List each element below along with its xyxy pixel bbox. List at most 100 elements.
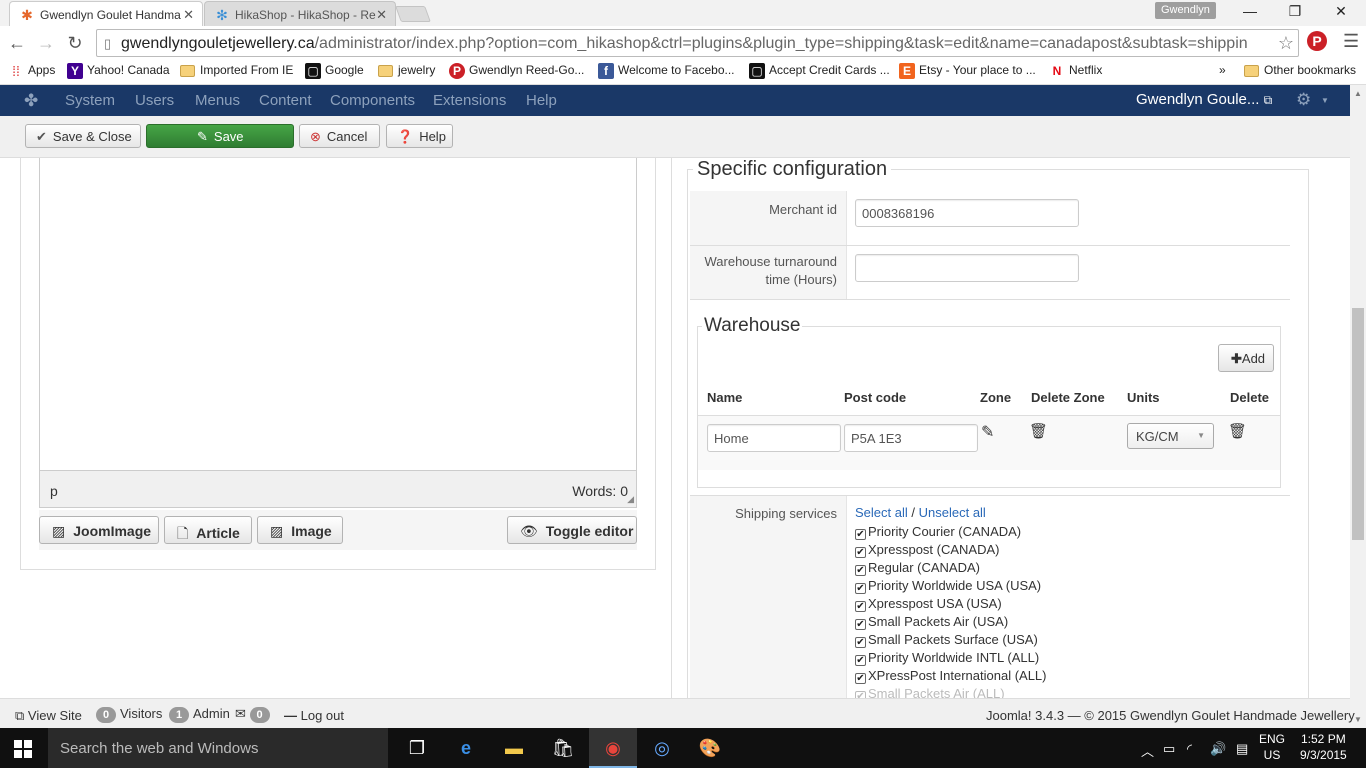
list-item[interactable]: ✔ Small Packets Air (ALL) [855, 686, 1046, 698]
bookmark-pinterest[interactable]: P Gwendlyn Reed-Go... [449, 63, 584, 79]
page-scrollbar[interactable]: ▲ ▼ [1350, 85, 1366, 728]
turnaround-input[interactable] [855, 254, 1079, 282]
scroll-down-icon[interactable]: ▼ [1354, 715, 1362, 724]
list-item[interactable]: ✔ Xpresspost USA (USA) [855, 596, 1046, 614]
nav-components[interactable]: Components [330, 92, 415, 109]
bookmark-facebook[interactable]: f Welcome to Facebo... [598, 63, 735, 79]
list-item[interactable]: ✔ Priority Courier (CANADA) [855, 524, 1046, 542]
notifications-icon[interactable]: ▤ [1236, 741, 1248, 757]
wifi-icon[interactable]: ◜ [1187, 741, 1192, 757]
store-icon[interactable]: 🛍 [550, 736, 576, 760]
battery-icon[interactable]: ▭ [1163, 741, 1175, 757]
checkbox[interactable]: ✔ [855, 673, 866, 684]
checkbox[interactable]: ✔ [855, 691, 866, 698]
unselect-all-link[interactable]: Unselect all [919, 505, 986, 520]
bookmark-star-icon[interactable]: ☆ [1278, 33, 1294, 54]
select-all-link[interactable]: Select all [855, 505, 908, 520]
checkbox[interactable]: ✔ [855, 619, 866, 630]
tab-hikashop[interactable]: ✻ HikaShop - HikaShop - Re ✕ [204, 1, 396, 26]
editor-area[interactable] [39, 158, 637, 508]
restore-icon[interactable]: ❐ [1285, 3, 1305, 20]
chrome-menu-icon[interactable]: ☰ [1343, 31, 1359, 52]
checkbox[interactable]: ✔ [855, 637, 866, 648]
checkbox[interactable]: ✔ [855, 655, 866, 666]
scroll-thumb[interactable] [1352, 308, 1364, 540]
clock[interactable]: 1:52 PM 9/3/2015 [1300, 731, 1347, 763]
joomimage-button[interactable]: ▨ JoomImage [39, 516, 159, 544]
checkbox[interactable]: ✔ [855, 601, 866, 612]
site-name-link[interactable]: Gwendlyn Goule... ⧉ [1136, 91, 1272, 108]
bookmark-yahoo[interactable]: Y Yahoo! Canada [67, 63, 170, 79]
paint-icon[interactable]: 🎨 [697, 736, 723, 760]
article-button[interactable]: 🗋 Article [164, 516, 252, 544]
windows-start-icon[interactable] [14, 740, 32, 758]
bookmark-google[interactable]: ▢ Google [305, 63, 364, 79]
trash-icon[interactable]: 🗑 [1228, 422, 1247, 440]
nav-help[interactable]: Help [526, 92, 557, 109]
list-item[interactable]: ✔ Small Packets Surface (USA) [855, 632, 1046, 650]
image-button[interactable]: ▨ Image [257, 516, 343, 544]
file-explorer-icon[interactable]: ▬ [501, 736, 527, 760]
units-select[interactable]: KG/CM ▼ [1127, 423, 1214, 449]
edge-icon[interactable]: e [453, 736, 479, 760]
window-close-icon[interactable]: ✕ [1331, 3, 1351, 20]
language-indicator[interactable]: ENG US [1259, 731, 1285, 763]
app-icon[interactable]: ◎ [649, 736, 675, 760]
address-bar[interactable]: ▯ gwendlyngouletjewellery.ca/administrat… [96, 29, 1299, 57]
warehouse-name-input[interactable]: Home [707, 424, 841, 452]
new-tab-button[interactable] [395, 6, 431, 22]
element-path[interactable]: p [50, 483, 58, 499]
bookmark-imported-folder[interactable]: Imported From IE [180, 63, 293, 77]
list-item[interactable]: ✔ Small Packets Air (USA) [855, 614, 1046, 632]
close-icon[interactable]: ✕ [376, 7, 387, 23]
warehouse-postcode-input[interactable]: P5A 1E3 [844, 424, 978, 452]
checkbox[interactable]: ✔ [855, 565, 866, 576]
help-button[interactable]: ❓ Help [386, 124, 453, 148]
back-icon[interactable]: ← [7, 33, 27, 53]
tab-joomla[interactable]: ✱ Gwendlyn Goulet Handma ✕ [9, 1, 203, 26]
bookmark-credit-cards[interactable]: ▢ Accept Credit Cards ... [749, 63, 890, 79]
scroll-up-icon[interactable]: ▲ [1354, 89, 1362, 98]
bookmark-jewelry-folder[interactable]: jewelry [378, 63, 435, 77]
taskbar-search[interactable]: Search the web and Windows [48, 728, 388, 768]
bookmark-apps[interactable]: ⁞⁞ Apps [8, 63, 55, 79]
trash-icon[interactable]: 🗑 [1029, 422, 1048, 440]
checkbox[interactable]: ✔ [855, 583, 866, 594]
volume-icon[interactable]: 🔊 [1210, 741, 1226, 757]
profile-button[interactable]: Gwendlyn [1155, 2, 1216, 19]
list-item[interactable]: ✔ Priority Worldwide USA (USA) [855, 578, 1046, 596]
view-site-link[interactable]: ⧉ View Site [15, 708, 82, 724]
nav-menus[interactable]: Menus [195, 92, 240, 109]
list-item[interactable]: ✔ XPressPost International (ALL) [855, 668, 1046, 686]
bookmarks-overflow[interactable]: » [1199, 63, 1226, 77]
merchant-id-input[interactable]: 0008368196 [855, 199, 1079, 227]
nav-system[interactable]: System [65, 92, 115, 109]
bookmark-netflix[interactable]: N Netflix [1049, 63, 1103, 78]
reload-icon[interactable]: ↻ [65, 33, 85, 53]
add-warehouse-button[interactable]: ✚Add [1218, 344, 1275, 372]
tray-chevron-icon[interactable]: ︿ [1141, 741, 1154, 760]
task-view-icon[interactable]: ❐ [404, 736, 430, 760]
list-item[interactable]: ✔ Priority Worldwide INTL (ALL) [855, 650, 1046, 668]
gear-icon[interactable]: ⚙ [1296, 90, 1311, 110]
close-icon[interactable]: ✕ [183, 7, 194, 23]
joomla-logo-icon[interactable]: ✤ [24, 91, 38, 111]
list-item[interactable]: ✔ Regular (CANADA) [855, 560, 1046, 578]
forward-icon[interactable]: → [36, 33, 56, 53]
save-close-button[interactable]: ✔ Save & Close [25, 124, 141, 148]
list-item[interactable]: ✔ Xpresspost (CANADA) [855, 542, 1046, 560]
resize-grip-icon[interactable]: ◢ [627, 494, 634, 505]
messages-status[interactable]: ✉ 0 [235, 706, 274, 723]
nav-users[interactable]: Users [135, 92, 174, 109]
minimize-icon[interactable]: — [1240, 3, 1260, 19]
checkbox[interactable]: ✔ [855, 529, 866, 540]
bookmark-other-folder[interactable]: Other bookmarks [1244, 63, 1356, 77]
pinterest-extension-icon[interactable]: P [1307, 31, 1327, 51]
save-button[interactable]: ✎ Save [146, 124, 294, 148]
logout-link[interactable]: — Log out [284, 708, 344, 723]
nav-extensions[interactable]: Extensions [433, 92, 506, 109]
cancel-button[interactable]: ⊗ Cancel [299, 124, 380, 148]
checkbox[interactable]: ✔ [855, 547, 866, 558]
chrome-icon[interactable]: ◉ [589, 728, 637, 768]
bookmark-etsy[interactable]: E Etsy - Your place to ... [899, 63, 1036, 79]
